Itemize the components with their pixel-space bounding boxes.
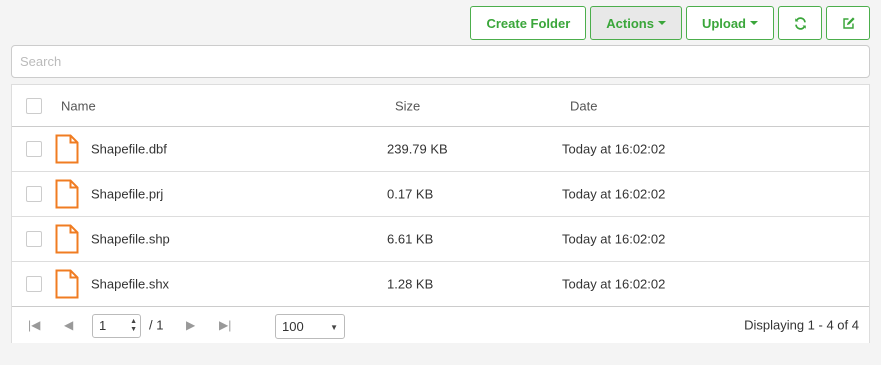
toolbar: Create Folder Actions Upload [470, 6, 870, 40]
file-table: Name Size Date Shapefile.dbf 239.79 KB T… [12, 85, 869, 307]
create-folder-button[interactable]: Create Folder [470, 6, 587, 40]
caret-down-icon [750, 21, 758, 25]
file-name: Shapefile.prj [91, 186, 164, 202]
pagination-bar: |◀ ◀ 1 ▲ ▼ / 1 ▶ ▶| 100 ▼ Displaying 1 - … [12, 306, 869, 343]
table-row[interactable]: Shapefile.prj 0.17 KB Today at 16:02:02 [12, 172, 869, 217]
prev-page-icon[interactable]: ◀ [64, 318, 73, 332]
file-date: Today at 16:02:02 [562, 141, 666, 157]
file-icon [55, 269, 79, 299]
column-header-size[interactable]: Size [395, 98, 420, 113]
row-checkbox[interactable] [26, 231, 42, 247]
file-name: Shapefile.shp [91, 231, 170, 247]
refresh-button[interactable] [778, 6, 822, 40]
file-name: Shapefile.shx [91, 276, 170, 292]
row-checkbox[interactable] [26, 276, 42, 292]
table-row[interactable]: Shapefile.shp 6.61 KB Today at 16:02:02 [12, 217, 869, 262]
file-size: 1.28 KB [387, 276, 434, 292]
refresh-icon [794, 16, 806, 30]
next-page-icon[interactable]: ▶ [186, 318, 195, 332]
row-checkbox[interactable] [26, 186, 42, 202]
actions-button[interactable]: Actions [590, 6, 682, 40]
file-icon [55, 224, 79, 254]
upload-label: Upload [701, 15, 746, 31]
table-row[interactable]: Shapefile.shx 1.28 KB Today at 16:02:02 [12, 262, 869, 307]
edit-button[interactable] [826, 6, 870, 40]
select-all-checkbox[interactable] [26, 97, 42, 114]
actions-label: Actions [606, 15, 654, 31]
file-icon [55, 179, 79, 209]
last-page-icon[interactable]: ▶| [219, 318, 231, 332]
column-header-date[interactable]: Date [570, 98, 597, 113]
spinner-icon[interactable]: ▲ ▼ [130, 318, 137, 334]
page-size-select[interactable]: 100 ▼ [275, 314, 345, 339]
file-size: 0.17 KB [387, 186, 434, 202]
page-number-input[interactable]: 1 ▲ ▼ [92, 314, 141, 338]
page-size-value: 100 [282, 319, 304, 334]
file-size: 6.61 KB [387, 231, 434, 247]
file-grid: Name Size Date Shapefile.dbf 239.79 KB T… [11, 84, 870, 343]
file-size: 239.79 KB [387, 141, 448, 157]
page-number-value: 1 [99, 318, 107, 333]
edit-icon [842, 16, 855, 29]
upload-button[interactable]: Upload [685, 6, 774, 40]
file-date: Today at 16:02:02 [562, 186, 666, 202]
file-date: Today at 16:02:02 [562, 276, 666, 292]
display-count: Displaying 1 - 4 of 4 [744, 317, 859, 333]
caret-down-icon [657, 21, 666, 25]
file-date: Today at 16:02:02 [562, 231, 666, 247]
file-name: Shapefile.dbf [91, 141, 167, 157]
chevron-down-icon: ▼ [330, 323, 338, 332]
first-page-icon[interactable]: |◀ [28, 318, 40, 332]
table-row[interactable]: Shapefile.dbf 239.79 KB Today at 16:02:0… [12, 127, 869, 172]
page-total: / 1 [149, 317, 164, 333]
column-header-name[interactable]: Name [61, 98, 96, 113]
search-input[interactable] [11, 45, 870, 78]
row-checkbox[interactable] [26, 141, 42, 157]
table-header: Name Size Date [12, 85, 869, 127]
file-icon [55, 134, 79, 164]
